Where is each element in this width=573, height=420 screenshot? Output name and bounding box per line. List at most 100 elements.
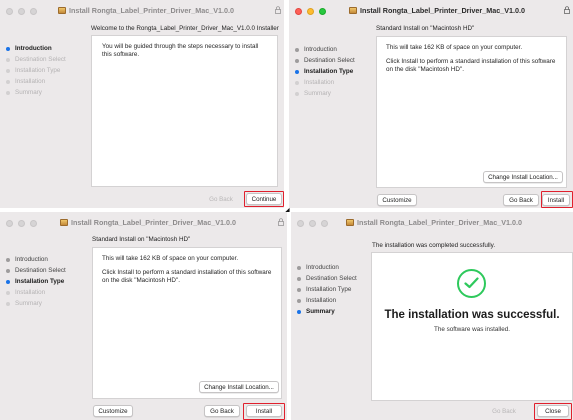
title-bar[interactable]: Install Rongta_Label_Printer_Driver_Mac_…	[291, 212, 573, 234]
step-dot	[6, 68, 10, 73]
step-sidebar: Introduction Destination Select Installa…	[295, 44, 355, 99]
minimize-window-button[interactable]	[18, 8, 25, 15]
step-dot	[6, 79, 10, 84]
step-sidebar: Introduction Destination Select Installa…	[6, 254, 66, 309]
step-introduction: Introduction	[295, 44, 355, 55]
step-dot	[6, 90, 10, 95]
go-back-button[interactable]: Go Back	[204, 405, 240, 417]
step-installation: Installation	[297, 295, 357, 306]
step-installation: Installation	[6, 76, 66, 87]
installer-window-installation-type-inactive: Install Rongta_Label_Printer_Driver_Mac_…	[0, 212, 287, 420]
zoom-window-button[interactable]	[30, 220, 37, 227]
step-dot	[6, 257, 10, 262]
step-dot	[6, 57, 10, 62]
zoom-window-button[interactable]	[319, 8, 326, 15]
step-introduction: Introduction	[6, 254, 66, 265]
installer-window-introduction: Install Rongta_Label_Printer_Driver_Mac_…	[0, 0, 284, 208]
zoom-window-button[interactable]	[321, 220, 328, 227]
content-panel: This will take 162 KB of space on your c…	[92, 247, 282, 399]
step-sidebar: Introduction Destination Select Installa…	[297, 262, 357, 317]
install-instructions-text: Click Install to perform a standard inst…	[386, 58, 556, 73]
step-dot	[297, 287, 301, 292]
step-introduction: Introduction	[6, 43, 66, 54]
step-dot	[6, 290, 10, 295]
step-installation: Installation	[6, 287, 66, 298]
content-panel: The installation was successful. The sof…	[371, 252, 573, 401]
close-window-button[interactable]	[297, 220, 304, 227]
step-heading: Standard Install on "Macintosh HD"	[376, 25, 475, 32]
intro-text: You will be guided through the steps nec…	[102, 43, 259, 58]
change-install-location-button[interactable]: Change Install Location...	[199, 381, 279, 393]
close-button[interactable]: Close	[537, 405, 569, 417]
title-bar[interactable]: Install Rongta_Label_Printer_Driver_Mac_…	[289, 0, 573, 22]
content-panel: You will be guided through the steps nec…	[91, 35, 278, 187]
step-introduction: Introduction	[297, 262, 357, 273]
step-destination-select: Destination Select	[6, 265, 66, 276]
step-heading: The installation was completed successfu…	[372, 242, 496, 249]
step-heading: Standard Install on "Macintosh HD"	[92, 236, 191, 243]
step-installation-type: Installation Type	[297, 284, 357, 295]
title-bar[interactable]: Install Rongta_Label_Printer_Driver_Mac_…	[0, 0, 284, 22]
step-summary: Summary	[297, 306, 357, 317]
installer-window-installation-type: Install Rongta_Label_Printer_Driver_Mac_…	[289, 0, 573, 208]
package-icon	[58, 7, 66, 14]
lock-icon	[275, 6, 281, 14]
customize-button[interactable]: Customize	[93, 405, 133, 417]
package-icon	[346, 219, 354, 226]
step-heading: Welcome to the Rongta_Label_Printer_Driv…	[91, 25, 279, 32]
step-dot	[297, 309, 301, 314]
zoom-window-button[interactable]	[30, 8, 37, 15]
lock-icon	[564, 6, 570, 14]
window-title: Install Rongta_Label_Printer_Driver_Mac_…	[60, 218, 236, 227]
install-button[interactable]: Install	[542, 194, 570, 206]
go-back-button[interactable]: Go Back	[503, 194, 539, 206]
step-summary: Summary	[6, 298, 66, 309]
step-installation-type: Installation Type	[6, 65, 66, 76]
customize-button[interactable]: Customize	[377, 194, 417, 206]
window-controls	[6, 220, 37, 227]
step-dot	[295, 69, 299, 74]
step-dot	[295, 47, 299, 52]
continue-button[interactable]: Continue	[246, 193, 282, 205]
minimize-window-button[interactable]	[18, 220, 25, 227]
go-back-button[interactable]: Go Back	[484, 405, 524, 417]
minimize-window-button[interactable]	[309, 220, 316, 227]
window-controls	[297, 220, 328, 227]
content-panel: This will take 162 KB of space on your c…	[376, 36, 567, 188]
lock-icon	[278, 218, 284, 226]
step-dot	[6, 301, 10, 306]
minimize-window-button[interactable]	[307, 8, 314, 15]
installer-window-summary: Install Rongta_Label_Printer_Driver_Mac_…	[291, 212, 573, 420]
install-instructions-text: Click Install to perform a standard inst…	[102, 269, 272, 284]
space-required-text: This will take 162 KB of space on your c…	[102, 255, 239, 262]
install-button[interactable]: Install	[246, 405, 282, 417]
checkmark-icon	[464, 277, 479, 289]
success-title: The installation was successful.	[384, 309, 560, 321]
window-controls	[6, 8, 37, 15]
step-dot	[297, 265, 301, 270]
window-controls	[295, 8, 326, 15]
package-icon	[60, 219, 68, 226]
step-dot	[6, 279, 10, 284]
step-dot	[6, 268, 10, 273]
step-dot	[295, 91, 299, 96]
package-icon	[349, 7, 357, 14]
window-title: Install Rongta_Label_Printer_Driver_Mac_…	[58, 6, 234, 15]
success-subtitle: The software was installed.	[434, 326, 510, 333]
title-bar[interactable]: Install Rongta_Label_Printer_Driver_Mac_…	[0, 212, 287, 234]
close-window-button[interactable]	[6, 8, 13, 15]
go-back-button[interactable]: Go Back	[201, 193, 241, 205]
step-installation-type: Installation Type	[295, 66, 355, 77]
change-install-location-button[interactable]: Change Install Location...	[483, 171, 563, 183]
close-window-button[interactable]	[6, 220, 13, 227]
step-dot	[295, 80, 299, 85]
window-title: Install Rongta_Label_Printer_Driver_Mac_…	[349, 6, 525, 15]
step-sidebar: Introduction Destination Select Installa…	[6, 43, 66, 98]
space-required-text: This will take 162 KB of space on your c…	[386, 44, 523, 51]
window-title: Install Rongta_Label_Printer_Driver_Mac_…	[346, 218, 522, 227]
close-window-button[interactable]	[295, 8, 302, 15]
step-installation-type: Installation Type	[6, 276, 66, 287]
step-dot	[297, 298, 301, 303]
step-dot	[295, 58, 299, 63]
step-destination-select: Destination Select	[297, 273, 357, 284]
